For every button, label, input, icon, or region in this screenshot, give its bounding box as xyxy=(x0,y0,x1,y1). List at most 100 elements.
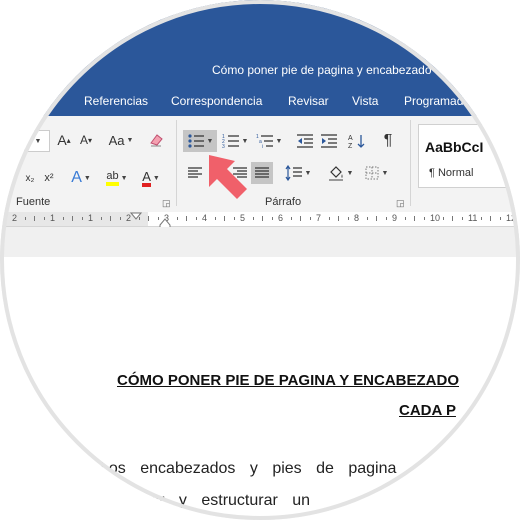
ruler-tick xyxy=(81,217,83,220)
ruler-number: 7 xyxy=(316,213,322,223)
justify-icon xyxy=(255,167,269,178)
shrink-font-button[interactable]: A ▾ xyxy=(76,130,96,150)
document-body-line1: Los encabezados y pies de pagina xyxy=(100,460,397,477)
borders-icon xyxy=(365,166,379,180)
ruler-tick xyxy=(404,217,406,220)
font-color-label: A xyxy=(142,170,151,187)
ruler-number: 6 xyxy=(278,213,284,223)
chevron-down-icon: ▼ xyxy=(381,169,389,177)
shading-button[interactable]: ▼ xyxy=(324,162,356,184)
bullets-button[interactable]: ▼ xyxy=(183,130,217,152)
document-gutter xyxy=(0,227,520,257)
horizontal-ruler[interactable]: 2112345678910111213 xyxy=(0,212,520,232)
font-dialog-launcher-icon[interactable]: ◲ xyxy=(162,198,171,209)
ruler-tick xyxy=(34,216,35,221)
line-spacing-icon xyxy=(285,165,302,181)
multilevel-list-icon: 1ai xyxy=(256,134,273,149)
chevron-down-icon: ▼ xyxy=(120,174,128,182)
chevron-down-icon: ▼ xyxy=(126,136,134,144)
ruler-number: 9 xyxy=(392,213,398,223)
ruler-number: 12 xyxy=(506,213,517,223)
ruler-tick xyxy=(328,217,330,220)
zoom-circle: Cómo poner pie de pagina y encabezado Re… xyxy=(0,0,520,520)
ruler-number: 10 xyxy=(430,213,441,223)
shrink-font-label: A xyxy=(79,133,88,147)
caret-down-icon: ▾ xyxy=(88,135,93,145)
show-formatting-button[interactable]: ¶ xyxy=(378,130,398,152)
ruler-tick xyxy=(442,217,444,220)
decrease-indent-icon xyxy=(297,134,313,148)
grow-font-button[interactable]: A ▴ xyxy=(54,130,74,150)
borders-button[interactable]: ▼ xyxy=(360,162,392,184)
first-line-indent-marker-icon[interactable] xyxy=(130,212,142,220)
subscript-button[interactable]: x₂ xyxy=(22,168,38,188)
stage: Cómo poner pie de pagina y encabezado Re… xyxy=(0,0,520,520)
ruler-tick xyxy=(480,217,482,220)
ruler-tick xyxy=(100,217,102,220)
style-sample: AaBbCcI xyxy=(425,139,484,155)
tab-vista[interactable]: Vista xyxy=(352,94,378,108)
ruler-tick xyxy=(119,217,121,220)
ruler-tick xyxy=(490,216,491,221)
ruler-tick xyxy=(423,217,425,220)
tab-correspondencia[interactable]: Correspondencia xyxy=(171,94,262,108)
subscript-label: x₂ xyxy=(25,172,35,184)
superscript-label: x² xyxy=(44,172,54,184)
ruler-tick xyxy=(148,216,149,221)
justify-button[interactable] xyxy=(251,162,273,184)
text-effects-button[interactable]: A ▼ xyxy=(66,168,96,188)
ruler-tick xyxy=(233,217,235,220)
sort-button[interactable]: AZ xyxy=(346,130,368,152)
document-heading-line2: CADA P xyxy=(399,402,456,419)
tab-programador[interactable]: Programado xyxy=(404,94,470,108)
line-spacing-button[interactable]: ▼ xyxy=(282,162,314,184)
paragraph-group-label: Párrafo xyxy=(265,196,302,208)
numbered-list-icon: 123 xyxy=(222,134,239,149)
tab-revisar[interactable]: Revisar xyxy=(288,94,329,108)
ruler-number: 2 xyxy=(12,213,18,223)
paint-bucket-icon xyxy=(328,166,343,181)
chevron-down-icon: ▼ xyxy=(275,137,283,145)
font-color-button[interactable]: A ▼ xyxy=(136,168,166,188)
grow-font-label: A xyxy=(57,132,67,148)
increase-indent-button[interactable] xyxy=(318,130,340,152)
paragraph-dialog-launcher-icon[interactable]: ◲ xyxy=(396,198,405,209)
tab-referencias[interactable]: Referencias xyxy=(84,94,148,108)
chevron-down-icon: ▼ xyxy=(304,169,312,177)
font-group-label: Fuente xyxy=(16,196,51,208)
ruler-tick xyxy=(186,216,187,221)
ruler-number: 1 xyxy=(50,213,56,223)
chevron-down-icon: ▼ xyxy=(241,137,249,145)
highlight-button[interactable]: ab ▼ xyxy=(100,168,134,188)
ruler-tick xyxy=(376,216,377,221)
ruler-tick xyxy=(252,217,254,220)
eraser-icon xyxy=(150,134,163,147)
document-body-line2: realizar y estructurar un xyxy=(112,492,311,509)
ruler-tick xyxy=(110,216,111,221)
decrease-indent-button[interactable] xyxy=(294,130,316,152)
ruler-tick xyxy=(271,217,273,220)
chevron-down-icon: ▼ xyxy=(346,169,354,177)
change-case-button[interactable]: Aa ▼ xyxy=(104,130,138,150)
style-normal[interactable]: AaBbCcI ¶ Normal xyxy=(418,124,520,188)
align-left-icon xyxy=(188,167,202,178)
superscript-button[interactable]: x² xyxy=(40,168,58,188)
clear-format-button[interactable] xyxy=(146,130,166,150)
ruler-tick xyxy=(214,217,216,220)
chevron-down-icon: ▼ xyxy=(34,137,42,145)
align-left-button[interactable] xyxy=(184,162,206,184)
group-separator xyxy=(176,120,177,206)
multilevel-list-button[interactable]: 1ai ▼ xyxy=(253,130,285,152)
highlight-label: ab xyxy=(106,170,119,186)
bullet-list-icon xyxy=(187,134,204,148)
pilcrow-icon: ¶ xyxy=(383,132,393,149)
increase-indent-icon xyxy=(321,134,337,148)
ruler-number: 1 xyxy=(88,213,94,223)
ruler-tick xyxy=(262,216,263,221)
ribbon: ▼ A ▴ A ▾ Aa ▼ x₂ x² A ▼ ab ▼ A ▼ Fuente ◲ ▼ 1… xyxy=(0,116,520,213)
change-case-label: Aa xyxy=(108,132,125,148)
font-size-dropdown[interactable]: ▼ xyxy=(24,130,50,152)
chevron-down-icon: ▼ xyxy=(83,174,91,182)
ruler-tick xyxy=(290,217,292,220)
numbering-button[interactable]: 123 ▼ xyxy=(220,130,250,152)
